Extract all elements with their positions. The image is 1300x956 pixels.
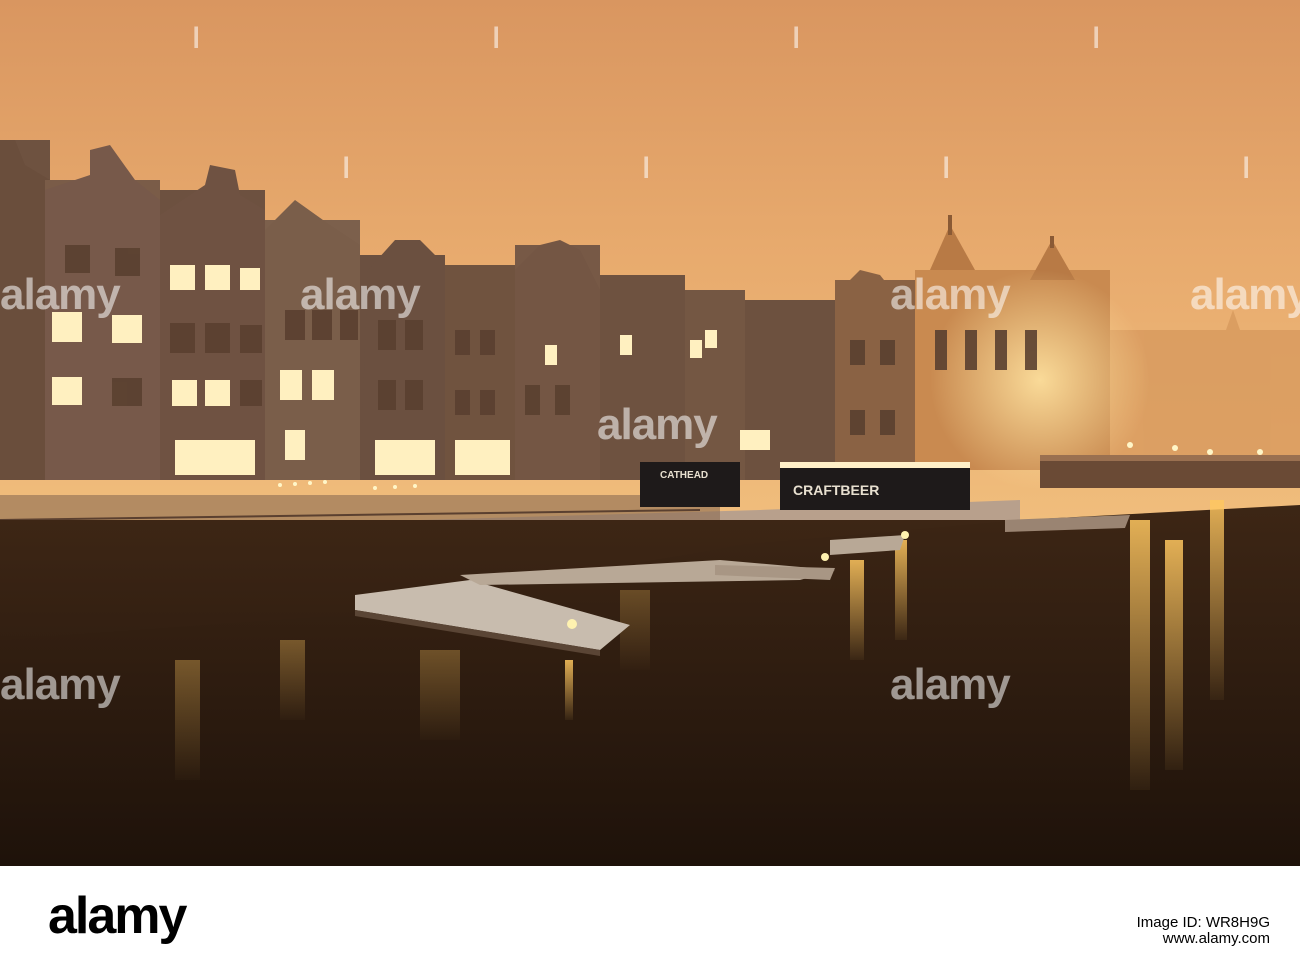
watermark-text: alamy [300, 270, 421, 319]
site-url[interactable]: www.alamy.com [1163, 930, 1270, 947]
craftbeer-boat: CATHEAD CRAFTBEER [640, 462, 970, 510]
watermark-text: alamy [0, 660, 121, 709]
image-id: Image ID: WR8H9G [1136, 914, 1270, 931]
watermark-dot: ǀ [792, 22, 801, 55]
watermark-dot: ǀ [942, 152, 951, 185]
watermark-dot: ǀ [1092, 22, 1101, 55]
watermark-dot: ǀ [342, 152, 351, 185]
cathead-sign: CATHEAD [660, 470, 708, 481]
watermark-text: alamy [890, 660, 1011, 709]
watermark-dot: ǀ [642, 152, 651, 185]
alamy-logo[interactable]: alamy [48, 886, 187, 946]
watermark-text: alamy [1190, 270, 1300, 319]
bridge [1040, 455, 1300, 488]
craftbeer-sign: CRAFTBEER [793, 482, 879, 498]
watermark-dot: ǀ [492, 22, 501, 55]
watermark-dot: ǀ [1242, 152, 1251, 185]
watermark-text: alamy [597, 400, 718, 449]
watermark-text: alamy [0, 270, 121, 319]
photo: CATHEAD CRAFTBEER ǀ ǀ ǀ ǀ ǀ ǀ ǀ ǀ alamy … [0, 0, 1300, 866]
watermark-text: alamy [890, 270, 1011, 319]
watermark-dot: ǀ [192, 22, 201, 55]
footer-bar: alamy Image ID: WR8H9G www.alamy.com [0, 866, 1300, 956]
